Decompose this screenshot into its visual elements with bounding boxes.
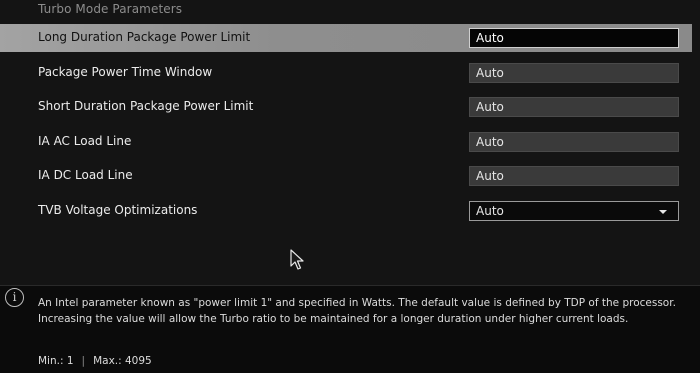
info-icon: i — [5, 288, 24, 307]
range-separator: | — [81, 355, 86, 367]
setting-label: Short Duration Package Power Limit — [38, 99, 254, 113]
mouse-pointer-icon — [290, 249, 304, 270]
section-title: Turbo Mode Parameters — [38, 2, 183, 16]
ia-ac-load-line-input[interactable]: Auto — [469, 131, 679, 152]
setting-row-tvb-voltage-optimizations[interactable]: TVB Voltage Optimizations Auto — [0, 197, 692, 225]
setting-label: Long Duration Package Power Limit — [38, 30, 251, 44]
value-range: Min.: 1 | Max.: 4095 — [38, 355, 152, 367]
ia-dc-load-line-input[interactable]: Auto — [469, 166, 679, 186]
help-panel: i An Intel parameter known as "power lim… — [0, 285, 700, 373]
package-power-time-window-input[interactable]: Auto — [469, 62, 679, 83]
max-value: Max.: 4095 — [93, 355, 152, 367]
settings-list: Long Duration Package Power Limit Auto P… — [0, 24, 692, 231]
dropdown-value: Auto — [476, 203, 504, 218]
setting-row-short-duration-power-limit[interactable]: Short Duration Package Power Limit Auto — [0, 93, 692, 121]
long-duration-power-limit-input[interactable]: Auto — [469, 28, 679, 48]
setting-row-package-power-time-window[interactable]: Package Power Time Window Auto — [0, 59, 692, 87]
setting-label: TVB Voltage Optimizations — [38, 202, 198, 217]
min-value: Min.: 1 — [38, 355, 74, 367]
help-description: An Intel parameter known as "power limit… — [38, 297, 676, 325]
setting-label: IA DC Load Line — [38, 168, 133, 182]
chevron-down-icon[interactable] — [659, 209, 667, 214]
short-duration-power-limit-input[interactable]: Auto — [469, 97, 679, 117]
setting-label: IA AC Load Line — [38, 133, 132, 148]
setting-label: Package Power Time Window — [38, 64, 213, 79]
setting-row-long-duration-power-limit[interactable]: Long Duration Package Power Limit Auto — [0, 24, 692, 52]
setting-row-ia-ac-load-line[interactable]: IA AC Load Line Auto — [0, 128, 692, 156]
setting-row-ia-dc-load-line[interactable]: IA DC Load Line Auto — [0, 162, 692, 190]
tvb-voltage-optimizations-dropdown[interactable]: Auto — [469, 200, 679, 221]
